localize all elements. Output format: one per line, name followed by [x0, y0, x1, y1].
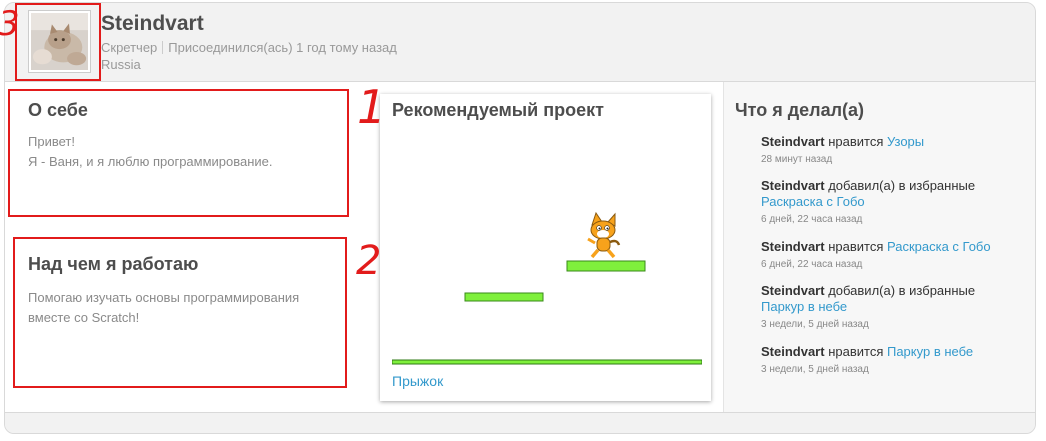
project-stage[interactable]	[391, 129, 703, 365]
user-country: Russia	[101, 57, 141, 72]
annotation-mark-2: 2	[356, 238, 382, 284]
project-thumbnail	[391, 211, 703, 365]
meta-divider	[162, 41, 164, 54]
activity-target-link[interactable]: Узоры	[887, 134, 924, 149]
username: Steindvart	[101, 12, 204, 35]
activity-panel: Что я делал(а) Steindvart нравится Узоры…	[723, 82, 1035, 412]
activity-action: нравится	[828, 134, 884, 149]
activity-item: Steindvart нравится Раскраска с Гобо 6 д…	[761, 239, 1031, 273]
activity-action: нравится	[828, 344, 884, 359]
profile-meta: Скретчер Присоединился(ась) 1 год тому на…	[101, 40, 397, 55]
activity-action: добавил(а) в избранные	[828, 283, 976, 298]
activity-target-link[interactable]: Раскраска с Гобо	[761, 194, 865, 209]
activity-action: добавил(а) в избранные	[828, 178, 976, 193]
featured-project-link[interactable]: Прыжок	[392, 373, 443, 389]
annotation-box-2	[13, 237, 347, 388]
activity-item: Steindvart нравится Узоры 28 минут назад	[761, 134, 1031, 168]
activity-time: 6 дней, 22 часа назад	[761, 214, 863, 225]
activity-time: 3 недели, 5 дней назад	[761, 319, 869, 330]
profile-header: Steindvart Скретчер Присоединился(ась) 1 …	[5, 3, 1035, 82]
join-date: Присоединился(ась) 1 год тому назад	[168, 40, 397, 55]
annotation-mark-1: 1	[357, 80, 387, 134]
activity-item: Steindvart добавил(а) в избранные Раскра…	[761, 178, 1031, 228]
featured-project: Рекомендуемый проект Прыжок	[380, 94, 711, 401]
annotation-box-3	[15, 3, 101, 81]
activity-item: Steindvart добавил(а) в избранные Паркур…	[761, 283, 1031, 333]
activity-time: 28 минут назад	[761, 154, 833, 165]
activity-user[interactable]: Steindvart	[761, 283, 825, 298]
activity-time: 6 дней, 22 часа назад	[761, 259, 863, 270]
activity-target-link[interactable]: Паркур в небе	[887, 344, 973, 359]
activity-user[interactable]: Steindvart	[761, 134, 825, 149]
user-role: Скретчер	[101, 40, 158, 55]
activity-user[interactable]: Steindvart	[761, 239, 825, 254]
annotation-mark-3: 3	[0, 4, 20, 44]
platform-left	[464, 292, 544, 302]
ground	[391, 359, 703, 365]
activity-action: нравится	[828, 239, 884, 254]
card-footer	[5, 412, 1035, 433]
featured-title: Рекомендуемый проект	[392, 100, 604, 120]
scratch-cat-icon	[587, 211, 621, 259]
activity-target-link[interactable]: Раскраска с Гобо	[887, 239, 991, 254]
activity-user[interactable]: Steindvart	[761, 178, 825, 193]
activity-target-link[interactable]: Паркур в небе	[761, 299, 847, 314]
platform-right	[566, 260, 646, 272]
activity-item: Steindvart нравится Паркур в небе 3 неде…	[761, 344, 1031, 378]
activity-time: 3 недели, 5 дней назад	[761, 364, 869, 375]
activity-user[interactable]: Steindvart	[761, 344, 825, 359]
activity-title: Что я делал(а)	[735, 100, 865, 120]
annotation-box-1	[8, 89, 349, 217]
